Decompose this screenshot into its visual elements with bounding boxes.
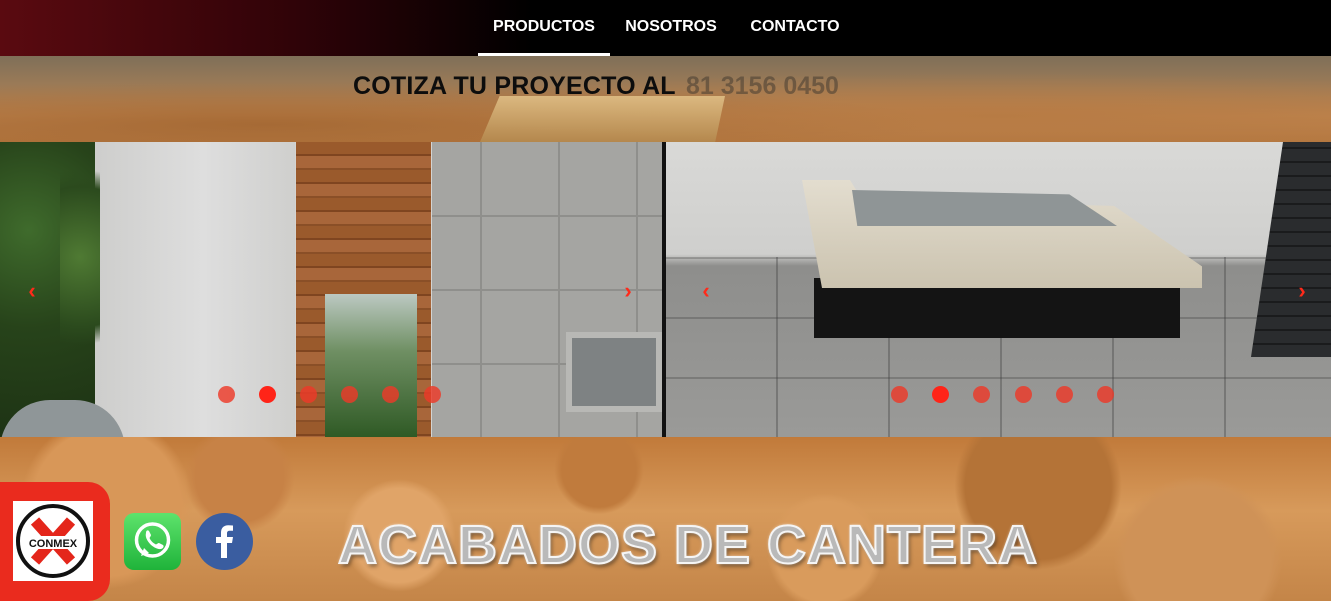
carousel-right-slide-image <box>666 142 1331 437</box>
carousel-left: ‹ › <box>0 142 662 437</box>
conmex-logo: CONMEX <box>13 501 93 581</box>
carousel-dot[interactable] <box>218 386 235 403</box>
whatsapp-icon[interactable] <box>124 513 181 570</box>
chevron-left-icon[interactable]: ‹ <box>698 280 714 302</box>
brand-logo-badge[interactable]: CONMEX <box>0 482 110 601</box>
chevron-right-icon[interactable]: › <box>1294 280 1310 302</box>
carousel-dot[interactable] <box>1056 386 1073 403</box>
carousel-left-slide-image <box>0 142 662 437</box>
nav-item-contacto[interactable]: CONTACTO <box>740 0 850 56</box>
quote-text: COTIZA TU PROYECTO AL <box>353 72 676 100</box>
carousel-dot-active[interactable] <box>259 386 276 403</box>
carousel-dot[interactable] <box>341 386 358 403</box>
top-nav: PRODUCTOS NOSOTROS CONTACTO <box>0 0 1331 56</box>
chevron-left-icon[interactable]: ‹ <box>24 280 40 302</box>
quote-phone[interactable]: 81 3156 0450 <box>686 72 839 101</box>
page-headline: ACABADOS DE CANTERA <box>337 514 1039 576</box>
carousel-dot[interactable] <box>1015 386 1032 403</box>
carousel-dot[interactable] <box>891 386 908 403</box>
carousel-right: ‹ › <box>666 142 1331 437</box>
carousel-dot[interactable] <box>973 386 990 403</box>
dump-truck-image <box>480 96 725 142</box>
quote-banner: COTIZA TU PROYECTO AL 81 3156 0450 <box>0 56 1331 142</box>
carousel-dot-active[interactable] <box>932 386 949 403</box>
carousel-dot[interactable] <box>382 386 399 403</box>
nav-item-nosotros[interactable]: NOSOTROS <box>617 0 725 56</box>
hero-footer: CONMEX ACABADOS DE CANTERA <box>0 437 1331 601</box>
carousel-dot[interactable] <box>300 386 317 403</box>
svg-text:CONMEX: CONMEX <box>29 538 78 550</box>
facebook-icon[interactable] <box>196 513 253 570</box>
chevron-right-icon[interactable]: › <box>620 280 636 302</box>
nav-item-productos[interactable]: PRODUCTOS <box>478 0 610 56</box>
carousel-dot[interactable] <box>1097 386 1114 403</box>
carousel-dot[interactable] <box>424 386 441 403</box>
